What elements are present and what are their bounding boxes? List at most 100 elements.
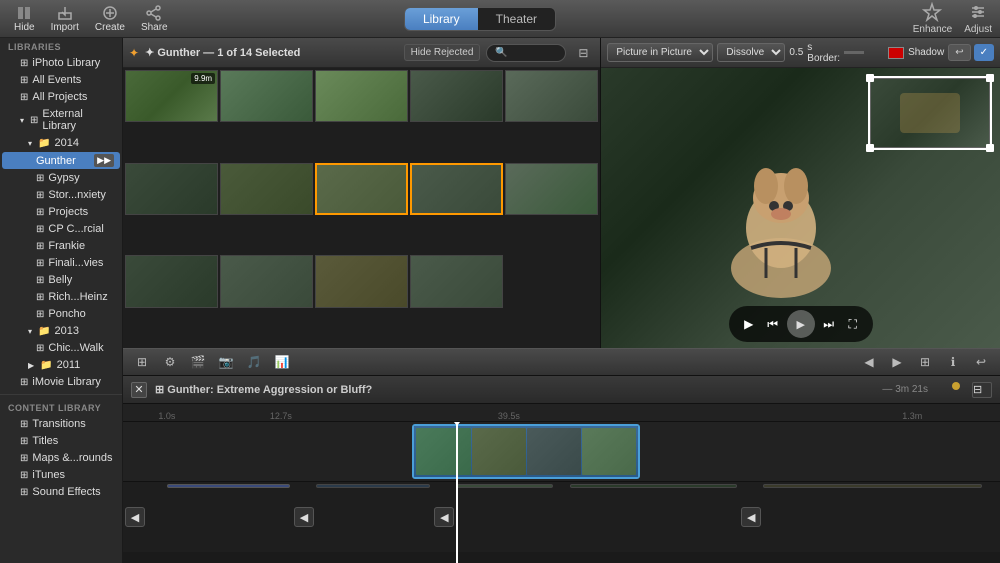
sidebar-item-transitions[interactable]: ⊞ Transitions — [2, 416, 120, 432]
events-icon: ⊞ — [20, 75, 28, 86]
track-mid-left-button[interactable]: ◀ — [294, 507, 314, 527]
timeline-close-button[interactable]: ✕ — [131, 382, 147, 398]
photo-button[interactable]: 📷 — [215, 351, 237, 373]
settings-button[interactable]: ⚙ — [159, 351, 181, 373]
main-clip-3[interactable] — [456, 484, 552, 488]
timeline-options-button[interactable]: ⊟ — [972, 382, 992, 398]
hide-button[interactable]: Hide — [8, 3, 41, 35]
sidebar-item-gypsy[interactable]: ⊞ Gypsy — [2, 170, 120, 186]
prev-button[interactable]: ◀ — [858, 351, 880, 373]
pip-select[interactable]: Picture in Picture — [607, 43, 713, 62]
transitions-icon: ⊞ — [20, 419, 28, 430]
clip-2[interactable] — [220, 70, 313, 122]
sidebar-item-itunes[interactable]: ⊞ iTunes — [2, 467, 120, 483]
sidebar-item-stor-nxiety[interactable]: ⊞ Stor...nxiety — [2, 187, 120, 203]
sidebar-item-imovie[interactable]: ⊞ iMovie Library — [2, 374, 120, 390]
playhead[interactable] — [456, 422, 458, 563]
clip-12[interactable] — [220, 255, 313, 307]
adjust-button[interactable]: Adjust — [964, 2, 992, 35]
sidebar-item-all-events[interactable]: ⊞ All Events — [2, 72, 120, 88]
chic-icon: ⊞ — [36, 343, 44, 354]
confirm-button[interactable]: ✓ — [974, 44, 994, 61]
upper-section: ✦ ✦ Gunther — 1 of 14 Selected Hide Reje… — [123, 38, 1000, 348]
fullscreen-button[interactable]: ⛶ — [843, 314, 863, 334]
tab-theater[interactable]: Theater — [478, 8, 555, 30]
pip-inset — [870, 78, 990, 148]
play-button[interactable]: ▶ — [739, 314, 759, 334]
audio-button[interactable]: 🎵 — [243, 351, 265, 373]
dissolve-select[interactable]: Dissolve — [717, 43, 785, 62]
clip-5[interactable] — [505, 70, 598, 122]
browser-view-toggle[interactable]: ⊟ — [572, 42, 594, 64]
sidebar-item-all-projects[interactable]: ⊞ All Projects — [2, 89, 120, 105]
preview-video: ▶ ⏮ ▶ ⏭ ⛶ — [601, 68, 1000, 348]
preview-toolbar: Picture in Picture Dissolve 0.5 s Border… — [601, 38, 1000, 68]
film-button[interactable]: 🎬 — [187, 351, 209, 373]
sidebar-item-2014[interactable]: ▾ 📁 2014 — [2, 135, 120, 151]
next-button[interactable]: ▶ — [886, 351, 908, 373]
border-line-solid[interactable] — [844, 51, 864, 54]
enhance-button[interactable]: Enhance — [913, 2, 952, 35]
itunes-icon: ⊞ — [20, 470, 28, 481]
finali-icon: ⊞ — [36, 258, 44, 269]
clip-3[interactable] — [315, 70, 408, 122]
import-button[interactable]: Import — [45, 3, 85, 35]
clip-7[interactable] — [220, 163, 313, 215]
duration-value: 0.5 — [789, 47, 803, 58]
skip-forward-button[interactable]: ⏭ — [819, 314, 839, 334]
clip-11[interactable] — [125, 255, 218, 307]
clip-10[interactable] — [505, 163, 598, 215]
border-line-dash[interactable] — [866, 51, 886, 54]
main-clip-2[interactable] — [316, 484, 430, 488]
sidebar-item-finali[interactable]: ⊞ Finali...vies — [2, 255, 120, 271]
browser-search-input[interactable] — [486, 44, 566, 62]
main-clip-1-label: 10.7s – Gunthe... — [170, 484, 235, 485]
clip-4[interactable] — [410, 70, 503, 122]
track-mid-button[interactable]: ◀ — [434, 507, 454, 527]
tab-library[interactable]: Library — [405, 8, 478, 30]
play-pause-button[interactable]: ▶ — [787, 310, 815, 338]
list-view-button[interactable]: ⊞ — [914, 351, 936, 373]
sidebar-item-iphoto[interactable]: ⊞ iPhoto Library — [2, 55, 120, 71]
sidebar-item-cp[interactable]: ⊞ CP C...rcial — [2, 221, 120, 237]
sidebar-item-gunther[interactable]: Gunther ▶▶ — [2, 152, 120, 169]
timeline-fullscreen-button[interactable] — [944, 382, 960, 398]
info-button[interactable]: ℹ — [942, 351, 964, 373]
timeline-header: ✕ ⊞ Gunther: Extreme Aggression or Bluff… — [123, 376, 1000, 404]
upper-clip[interactable] — [412, 424, 640, 479]
sidebar-item-poncho[interactable]: ⊞ Poncho — [2, 306, 120, 322]
sidebar-item-2013[interactable]: ▾ 📁 2013 — [2, 323, 120, 339]
cancel-button[interactable]: ↩ — [948, 44, 970, 61]
sidebar-item-titles[interactable]: ⊞ Titles — [2, 433, 120, 449]
sidebar-item-sound-effects[interactable]: ⊞ Sound Effects — [2, 484, 120, 500]
track-left-button[interactable]: ◀ — [125, 507, 145, 527]
track-right-button[interactable]: ◀ — [741, 507, 761, 527]
undo-button[interactable]: ↩ — [970, 351, 992, 373]
sidebar-item-frankie[interactable]: ⊞ Frankie — [2, 238, 120, 254]
create-button[interactable]: Create — [89, 3, 131, 35]
hide-rejected-button[interactable]: Hide Rejected — [404, 44, 481, 61]
sidebar-item-belly[interactable]: ⊞ Belly — [2, 272, 120, 288]
chart-button[interactable]: 📊 — [271, 351, 293, 373]
sidebar-item-rich-heinz[interactable]: ⊞ Rich...Heinz — [2, 289, 120, 305]
sidebar-item-chic-walk[interactable]: ⊞ Chic...Walk — [2, 340, 120, 356]
color-swatch[interactable] — [888, 47, 904, 59]
clip-6[interactable] — [125, 163, 218, 215]
grid-view-button[interactable]: ⊞ — [131, 351, 153, 373]
clip-1[interactable]: 9.9m — [125, 70, 218, 122]
main-clip-4[interactable] — [570, 484, 737, 488]
clip-13[interactable] — [315, 255, 408, 307]
sidebar-item-2011[interactable]: ▶ 📁 2011 — [2, 357, 120, 373]
titles-icon: ⊞ — [20, 436, 28, 447]
belly-icon: ⊞ — [36, 275, 44, 286]
main-clip-5[interactable] — [763, 484, 982, 488]
sidebar-item-external[interactable]: ▾ ⊞ External Library — [2, 106, 120, 134]
clip-14[interactable] — [410, 255, 503, 307]
clip-9[interactable] — [410, 163, 503, 215]
sidebar-item-maps[interactable]: ⊞ Maps &...rounds — [2, 450, 120, 466]
sidebar-item-projects[interactable]: ⊞ Projects — [2, 204, 120, 220]
maps-icon: ⊞ — [20, 453, 28, 464]
clip-8[interactable] — [315, 163, 408, 215]
main-clip-1[interactable]: 10.7s – Gunthe... — [167, 484, 290, 488]
skip-back-button[interactable]: ⏮ — [763, 314, 783, 334]
